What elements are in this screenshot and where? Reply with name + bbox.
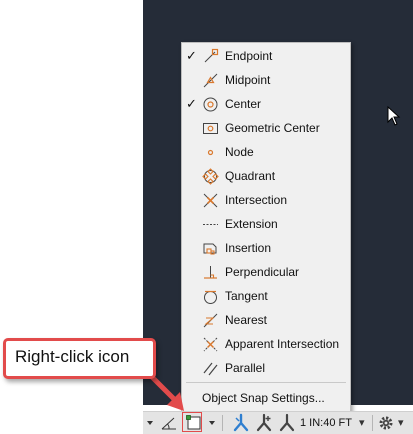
extension-icon [203,224,218,225]
menu-item-parallel[interactable]: Parallel [182,357,350,381]
menu-item-tangent[interactable]: Tangent [182,285,350,309]
menu-item-label: Insertion [225,241,272,255]
node-icon [207,149,214,156]
menu-item-extension[interactable]: Extension [182,213,350,237]
polar-tracking-icon[interactable] [159,412,179,434]
menu-item-label: Parallel [225,361,266,375]
insertion-icon [203,243,217,255]
nearest-icon [203,313,218,328]
annotation-scale-label[interactable]: 1 IN:40 FT [300,416,352,430]
status-divider [222,415,223,431]
menu-item-label: Midpoint [225,73,271,87]
menu-item-apparent-intersection[interactable]: Apparent Intersection [182,333,350,357]
auto-scale-icon[interactable] [254,412,274,434]
menu-item-object-snap-settings[interactable]: Object Snap Settings... [182,387,350,409]
menu-item-nearest[interactable]: Nearest [182,309,350,333]
menu-divider [186,382,346,383]
menu-item-label: Extension [225,217,278,231]
menu-item-geometric-center[interactable]: Geometric Center [182,117,350,141]
chevron-down-icon[interactable] [145,412,155,434]
menu-item-label: Geometric Center [225,121,320,135]
parallel-icon [203,362,218,376]
object-snap-highlight [182,412,202,432]
mouse-cursor-icon [387,106,401,126]
checkmark-icon: ✓ [186,48,197,63]
annotation-visibility-icon[interactable] [231,412,251,434]
menu-item-insertion[interactable]: Insertion [182,237,350,261]
object-snap-dropdown-icon[interactable] [207,412,217,434]
perpendicular-icon [204,266,217,279]
center-icon [203,97,218,112]
menu-item-midpoint[interactable]: Midpoint [182,69,350,93]
menu-item-label: Tangent [225,289,268,303]
menu-item-label: Center [225,97,262,111]
menu-item-center[interactable]: ✓ Center [182,93,350,117]
menu-item-label: Quadrant [225,169,276,183]
callout-text: Right-click icon [15,347,130,366]
annotation-callout: Right-click icon [3,338,156,379]
intersection-icon [203,193,218,208]
osnap-context-menu: ✓ Endpoint Midpoint ✓ Center Geometric C… [181,42,351,412]
gear-dropdown-icon[interactable]: ▾ [398,412,408,434]
midpoint-icon [203,73,218,88]
checkmark-icon: ✓ [186,96,197,111]
menu-item-endpoint[interactable]: ✓ Endpoint [182,45,350,69]
status-divider [372,415,373,431]
menu-item-label: Perpendicular [225,265,300,279]
scale-dropdown-icon[interactable]: ▾ [359,412,369,434]
menu-item-label: Nearest [225,313,268,327]
endpoint-icon [204,48,219,63]
geometric-center-icon [203,123,218,134]
workspace-gear-icon[interactable] [377,412,395,434]
menu-item-node[interactable]: Node [182,141,350,165]
menu-item-quadrant[interactable]: Quadrant [182,165,350,189]
menu-item-label: Node [225,145,254,159]
tangent-icon [204,290,217,304]
annotation-scale-icon[interactable] [277,412,297,434]
menu-item-label: Intersection [225,193,288,207]
quadrant-icon [202,168,219,185]
menu-item-perpendicular[interactable]: Perpendicular [182,261,350,285]
menu-item-label: Object Snap Settings... [202,391,325,405]
apparent-intersection-icon [203,337,218,352]
menu-item-intersection[interactable]: Intersection [182,189,350,213]
menu-item-label: Endpoint [225,49,273,63]
menu-item-label: Apparent Intersection [225,337,340,351]
